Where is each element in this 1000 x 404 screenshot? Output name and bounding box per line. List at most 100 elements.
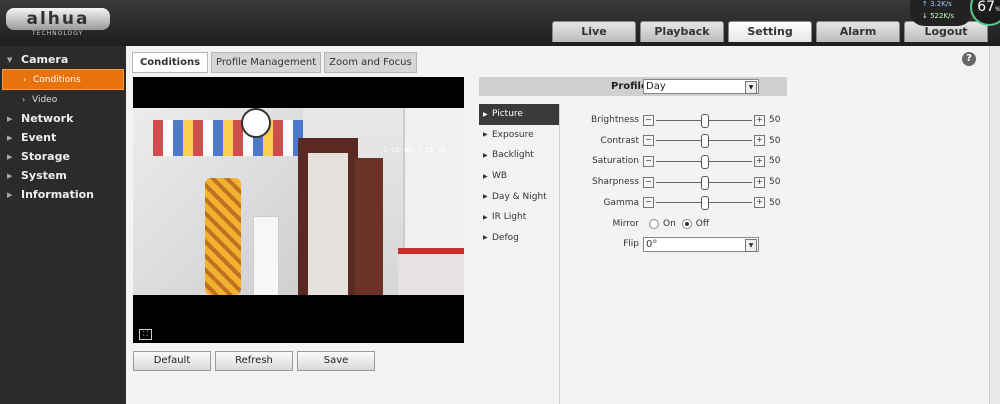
brightness-value: 50 (769, 115, 781, 126)
menu-item-picture[interactable]: ▶ Picture (479, 104, 559, 125)
menu-item-label: IR Light (492, 212, 527, 223)
tab-conditions[interactable]: Conditions (132, 52, 208, 73)
profile-select[interactable]: Day ▼ (643, 79, 759, 94)
saturation-slider[interactable] (656, 154, 752, 169)
download-speed: ↓ 522K/s (922, 12, 955, 20)
save-button[interactable]: Save (297, 351, 375, 371)
menu-item-exposure[interactable]: ▶ Exposure (479, 125, 559, 146)
video-osd-time: 2-10-05 7 15 16 (383, 146, 447, 154)
triangle-right-icon: ▶ (7, 114, 13, 123)
tab-profile-management[interactable]: Profile Management (211, 52, 322, 73)
minus-icon[interactable]: − (643, 176, 654, 188)
tab-setting[interactable]: Setting (728, 21, 812, 42)
chevron-right-icon: › (23, 75, 27, 84)
tab-live[interactable]: Live (552, 21, 636, 42)
brightness-label: Brightness (591, 115, 639, 126)
sharpness-slider[interactable] (656, 175, 752, 190)
tab-zoom-and-focus[interactable]: Zoom and Focus (324, 52, 417, 73)
menu-item-defog[interactable]: ▶ Defog (479, 228, 559, 249)
menu-item-label: Backlight (492, 150, 534, 161)
minus-icon[interactable]: − (643, 114, 654, 126)
sidebar-item-label: Video (32, 94, 58, 105)
triangle-right-icon: ▶ (483, 131, 488, 139)
triangle-right-icon: ▶ (7, 171, 13, 180)
triangle-right-icon: ▶ (483, 193, 488, 201)
slider-handle[interactable] (701, 113, 709, 128)
triangle-right-icon: ▶ (483, 234, 488, 242)
menu-item-backlight[interactable]: ▶ Backlight (479, 145, 559, 166)
contrast-slider[interactable] (656, 134, 752, 149)
triangle-right-icon: ▶ (483, 151, 488, 159)
profile-bar: Profile Day ▼ (479, 77, 787, 96)
gamma-row: Gamma − + 50 (559, 192, 780, 213)
sidebar-item-information[interactable]: ▶ Information (0, 185, 126, 204)
tab-playback[interactable]: Playback (640, 21, 724, 42)
mirror-on-radio[interactable] (649, 219, 659, 230)
logo-sub: TECHNOLOGY (32, 30, 84, 37)
video-preview: 2-10-05 7 15 16 F3 ⛶ (133, 77, 464, 343)
plus-icon[interactable]: + (754, 197, 765, 209)
sidebar-item-label: Conditions (33, 74, 81, 85)
minus-icon[interactable]: − (643, 197, 654, 209)
tab-alarm[interactable]: Alarm (816, 21, 900, 42)
sharpness-label: Sharpness (592, 177, 639, 188)
menu-item-label: Picture (492, 109, 523, 120)
fullscreen-icon[interactable]: ⛶ (139, 329, 152, 340)
chevron-down-icon[interactable]: ▼ (745, 81, 757, 94)
minus-icon[interactable]: − (643, 135, 654, 147)
menu-item-day-night[interactable]: ▶ Day & Night (479, 186, 559, 207)
refresh-button[interactable]: Refresh (215, 351, 293, 371)
sidebar-item-label: Event (21, 131, 57, 144)
flip-row: Flip 0° ▼ (559, 234, 759, 255)
scene-door-second (355, 158, 383, 295)
flip-select[interactable]: 0° ▼ (643, 236, 759, 252)
sidebar-item-label: Information (21, 188, 94, 201)
menu-item-label: Defog (492, 232, 519, 243)
menu-item-wb[interactable]: ▶ WB (479, 166, 559, 187)
slider-handle[interactable] (701, 154, 709, 169)
brightness-row: Brightness − + 50 (559, 110, 780, 131)
camera-scene: 2-10-05 7 15 16 F3 (133, 108, 464, 295)
page-scrollbar[interactable] (989, 46, 1000, 404)
default-button[interactable]: Default (133, 351, 211, 371)
mirror-off-radio[interactable] (681, 219, 692, 230)
triangle-right-icon: ▶ (7, 152, 13, 161)
sidebar-item-system[interactable]: ▶ System (0, 166, 126, 185)
plus-icon[interactable]: + (754, 135, 765, 147)
slider-handle[interactable] (701, 175, 709, 190)
top-bar: alhua TECHNOLOGY Live Playback Setting A… (0, 0, 1000, 46)
plus-icon[interactable]: + (754, 176, 765, 188)
sidebar-item-conditions[interactable]: › Conditions (2, 69, 124, 90)
sidebar-item-label: Storage (21, 150, 70, 163)
brightness-slider[interactable] (656, 113, 752, 128)
menu-item-label: WB (492, 171, 508, 182)
sidebar-item-video[interactable]: › Video (2, 90, 124, 109)
saturation-value: 50 (769, 156, 781, 167)
help-icon[interactable]: ? (962, 52, 976, 66)
slider-handle[interactable] (701, 134, 709, 149)
main-panel: Conditions Profile Management Zoom and F… (126, 46, 1000, 404)
gamma-value: 50 (769, 197, 781, 208)
slider-handle[interactable] (701, 196, 709, 211)
triangle-right-icon: ▶ (7, 190, 13, 199)
chevron-down-icon[interactable]: ▼ (745, 238, 757, 252)
triangle-right-icon: ▶ (7, 133, 13, 142)
plus-icon[interactable]: + (754, 155, 765, 167)
triangle-right-icon: ▶ (483, 110, 488, 118)
sidebar-item-camera[interactable]: ▼ Camera (0, 50, 126, 69)
plus-icon[interactable]: + (754, 114, 765, 126)
sidebar-item-label: System (21, 169, 67, 182)
saturation-label: Saturation (592, 156, 639, 167)
sidebar-item-event[interactable]: ▶ Event (0, 128, 126, 147)
contrast-label: Contrast (600, 135, 639, 146)
sidebar-item-storage[interactable]: ▶ Storage (0, 147, 126, 166)
sharpness-row: Sharpness − + 50 (559, 172, 780, 193)
menu-item-label: Day & Night (492, 191, 547, 202)
sidebar-item-network[interactable]: ▶ Network (0, 109, 126, 128)
gamma-slider[interactable] (656, 196, 752, 211)
triangle-right-icon: ▶ (483, 213, 488, 221)
flip-label: Flip (623, 239, 639, 250)
menu-item-ir-light[interactable]: ▶ IR Light (479, 207, 559, 228)
minus-icon[interactable]: − (643, 155, 654, 167)
settings-menu: ▶ Picture ▶ Exposure ▶ Backlight ▶ WB ▶ Day &… (479, 104, 560, 404)
